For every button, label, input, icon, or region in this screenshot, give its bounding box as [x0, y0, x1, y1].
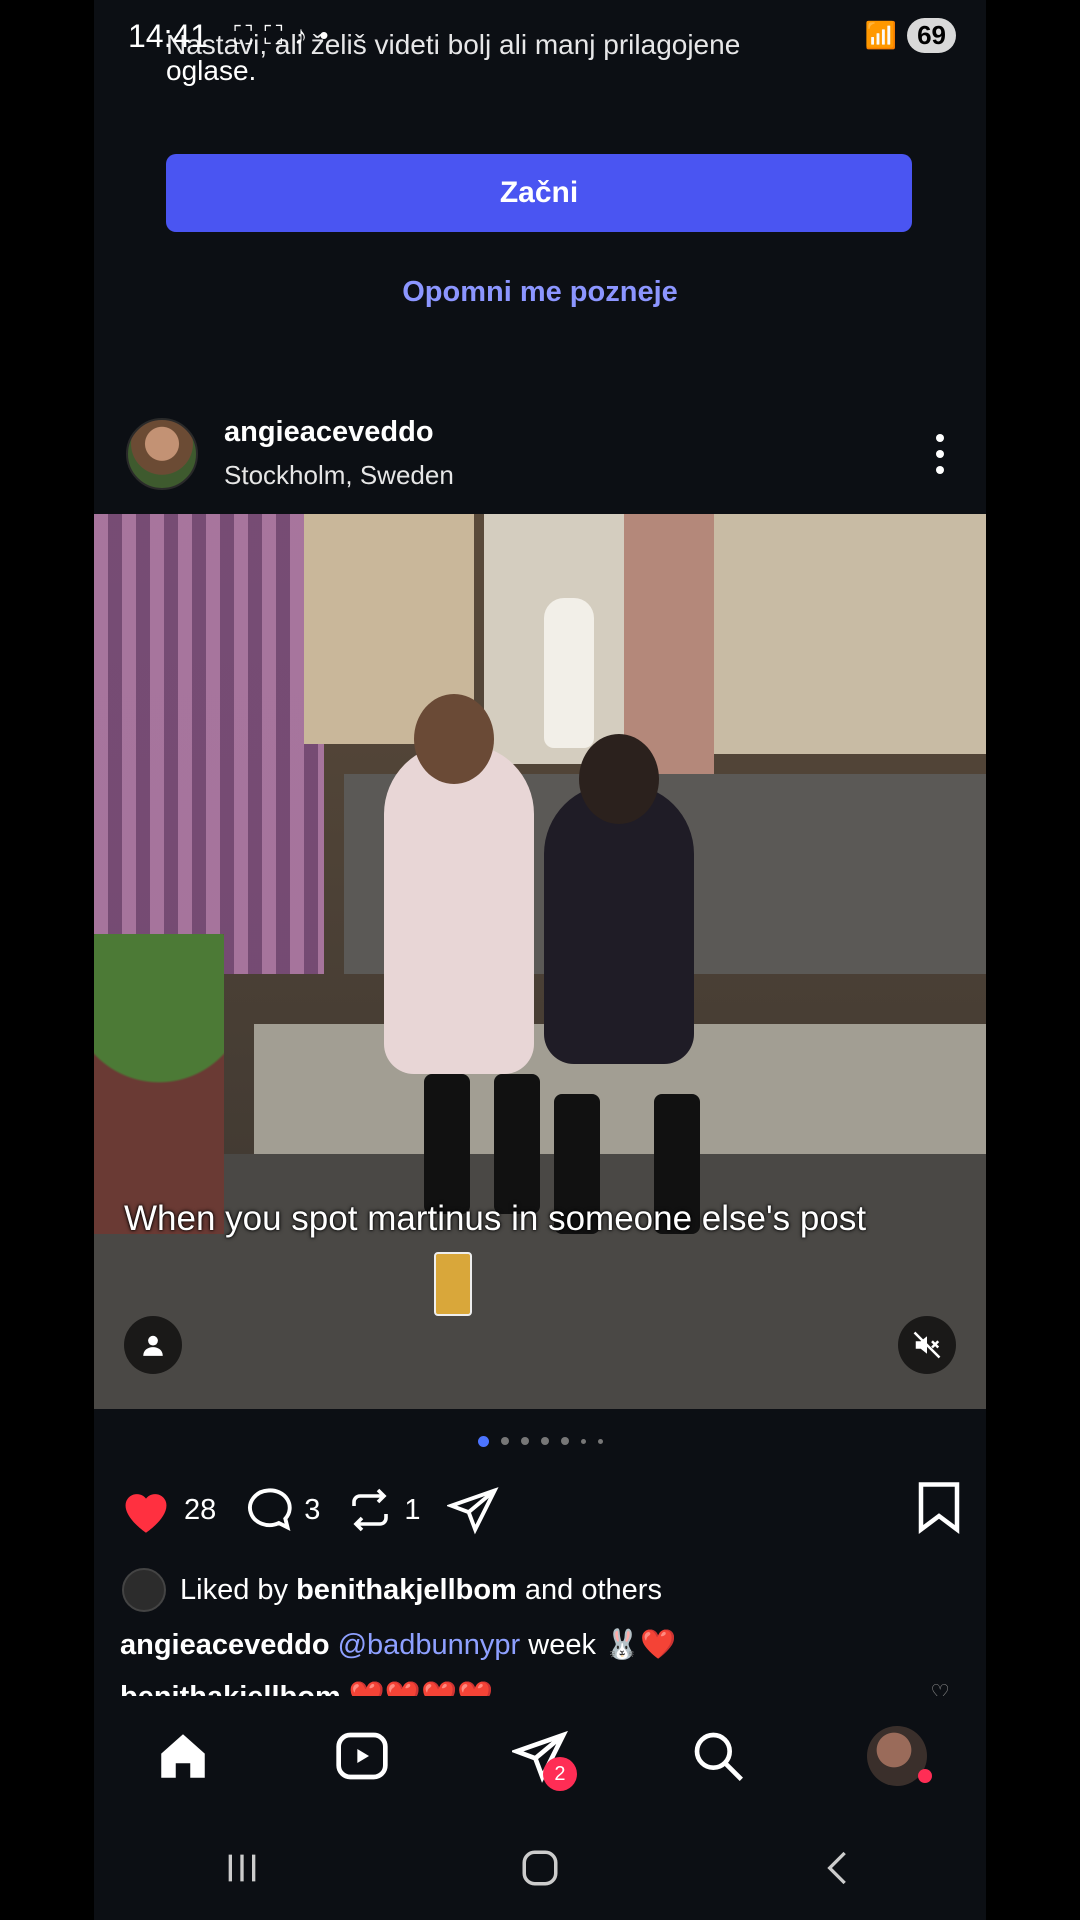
mute-button[interactable] — [898, 1316, 956, 1374]
system-navigation — [94, 1816, 986, 1920]
back-icon[interactable] — [818, 1848, 858, 1888]
messages-badge: 2 — [542, 1757, 577, 1791]
share-action[interactable] — [446, 1484, 499, 1536]
like-action[interactable]: 28 — [118, 1485, 216, 1535]
image-wall — [94, 514, 324, 974]
ad-prompt-clipped-line: Nastavi, ali želiš videti bolj ali manj … — [166, 29, 741, 60]
save-button[interactable] — [916, 1480, 962, 1539]
caption-mention[interactable]: @badbunnypr — [338, 1629, 521, 1661]
recent-apps-icon[interactable] — [222, 1848, 262, 1888]
image-beer-glass — [434, 1252, 472, 1316]
post-actions: 28 3 1 — [118, 1480, 962, 1540]
nav-profile[interactable] — [862, 1721, 932, 1791]
comment-action[interactable]: 3 — [242, 1484, 320, 1536]
nav-messages[interactable]: 2 — [505, 1721, 577, 1791]
carousel-indicator — [94, 1436, 986, 1447]
home-button-icon[interactable] — [519, 1847, 561, 1889]
bookmark-icon — [918, 1482, 960, 1534]
image-person-left — [384, 694, 534, 1074]
post-header: angieaceveddo Stockholm, Sweden — [94, 414, 986, 510]
search-icon — [695, 1732, 744, 1781]
heart-filled-icon — [125, 1494, 167, 1533]
image-overlay-text: When you spot martinus in someone else's… — [124, 1199, 867, 1238]
phone-screen: 14:41 ⛶ ⛶ ♪ • 📶 69 Nastavi, ali želiš vi… — [94, 0, 986, 1920]
image-toilet — [544, 598, 594, 748]
notification-dot — [917, 1769, 932, 1783]
liked-by-user: benithakjellbom — [296, 1573, 517, 1606]
post-caption: angieaceveddo @badbunnypr week 🐰❤️ — [120, 1628, 676, 1662]
nav-home[interactable] — [148, 1721, 218, 1791]
image-person-right — [544, 734, 694, 1064]
bottom-nav: 2 — [94, 1696, 986, 1816]
repost-count: 1 — [404, 1493, 421, 1526]
liked-by-text: Liked by benithakjellbom and others — [180, 1573, 662, 1606]
post-location[interactable]: Stockholm, Sweden — [224, 460, 454, 491]
more-options-icon[interactable] — [936, 434, 946, 474]
tagged-people-button[interactable] — [124, 1316, 182, 1374]
comment-count: 3 — [304, 1493, 321, 1526]
nav-search[interactable] — [683, 1721, 753, 1791]
ad-prompt-text: Nastavi, ali želiš videti bolj ali manj … — [166, 29, 926, 96]
nav-reels[interactable] — [327, 1721, 397, 1791]
liker-avatar — [122, 1568, 166, 1612]
comment-icon — [248, 1488, 292, 1531]
image-boot — [424, 1074, 470, 1214]
repost-icon — [352, 1488, 389, 1532]
speaker-muted-icon — [913, 1331, 941, 1359]
person-icon — [143, 1335, 163, 1356]
caption-text: week 🐰❤️ — [520, 1629, 677, 1661]
caption-username[interactable]: angieaceveddo — [120, 1629, 330, 1661]
image-ground — [94, 1154, 986, 1409]
send-icon — [446, 1487, 499, 1535]
home-icon — [161, 1734, 205, 1778]
image-door-right — [714, 514, 986, 754]
start-button[interactable]: Začni — [166, 154, 912, 232]
author-username[interactable]: angieaceveddo — [224, 416, 434, 449]
remind-later-link[interactable]: Opomni me pozneje — [94, 276, 986, 309]
liked-by-row[interactable]: Liked by benithakjellbom and others — [122, 1568, 662, 1612]
image-boot — [494, 1074, 540, 1214]
repost-action[interactable]: 1 — [346, 1486, 421, 1534]
reels-icon — [335, 1732, 388, 1780]
post-image[interactable]: When you spot martinus in someone else's… — [94, 514, 986, 1409]
like-count: 28 — [184, 1493, 217, 1526]
author-avatar[interactable] — [126, 418, 198, 490]
image-plant — [94, 934, 224, 1234]
